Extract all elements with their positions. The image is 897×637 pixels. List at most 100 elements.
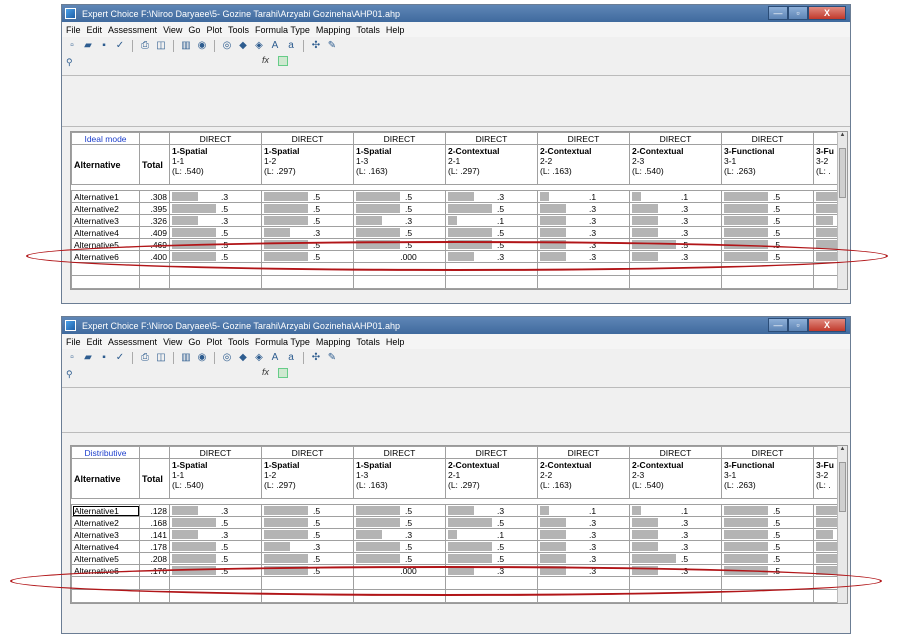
alternative-name-cell[interactable]: Alternative4 xyxy=(71,540,140,553)
rating-cell[interactable]: .3 xyxy=(261,226,354,239)
menu-item-formula-type[interactable]: Formula Type xyxy=(255,25,310,35)
rating-cell[interactable]: .5 xyxy=(721,504,814,517)
alternative-name-cell[interactable]: Alternative3 xyxy=(71,528,140,541)
criterion-header[interactable]: 2-Contextual 2-2 (L: .163) xyxy=(537,144,630,185)
table-row[interactable]: Alternative2.168 .5 .5 .5 .5 .3 .3 .5 xyxy=(71,516,847,529)
maximize-button[interactable]: ▫ xyxy=(788,6,808,20)
rating-cell[interactable]: .3 xyxy=(537,528,630,541)
rating-cell[interactable]: .5 xyxy=(721,552,814,565)
rating-cell[interactable]: .5 xyxy=(721,528,814,541)
menu-item-mapping[interactable]: Mapping xyxy=(316,337,351,347)
rating-cell[interactable]: .5 xyxy=(169,202,262,215)
goal-icon[interactable]: ⚲ xyxy=(66,57,73,68)
split-icon[interactable]: ✣ xyxy=(310,352,322,364)
menu-item-assessment[interactable]: Assessment xyxy=(108,25,157,35)
rating-cell[interactable]: .5 xyxy=(169,552,262,565)
scroll-up-icon[interactable]: ▲ xyxy=(838,446,847,452)
rating-cell[interactable]: .5 xyxy=(353,202,446,215)
formula-box[interactable] xyxy=(278,368,288,378)
menu-item-edit[interactable]: Edit xyxy=(87,25,103,35)
rating-cell[interactable]: .5 xyxy=(445,516,538,529)
sync-icon[interactable]: ◆ xyxy=(237,40,249,52)
flag-icon[interactable]: ◈ xyxy=(253,352,265,364)
criterion-header[interactable]: 1-Spatial 1-1 (L: .540) xyxy=(169,144,262,185)
flag-icon[interactable]: ◈ xyxy=(253,40,265,52)
rating-cell[interactable]: .3 xyxy=(629,540,722,553)
rating-cell[interactable]: .5 xyxy=(261,202,354,215)
fx-icon[interactable]: fx xyxy=(262,367,269,377)
new-icon[interactable]: ▫ xyxy=(66,352,78,364)
criterion-header[interactable]: 1-Spatial 1-3 (L: .163) xyxy=(353,458,446,499)
menu-item-file[interactable]: File xyxy=(66,337,81,347)
rating-cell[interactable]: .5 xyxy=(445,540,538,553)
rating-cell[interactable]: .3 xyxy=(169,190,262,203)
print-icon[interactable]: ⎙ xyxy=(139,40,151,52)
tool-icon[interactable]: ✎ xyxy=(326,40,338,52)
menu-item-go[interactable]: Go xyxy=(188,25,200,35)
rating-cell[interactable]: .5 xyxy=(169,226,262,239)
notes-pane[interactable] xyxy=(62,387,850,433)
menu-item-view[interactable]: View xyxy=(163,25,182,35)
preview-icon[interactable]: ◫ xyxy=(155,352,167,364)
criterion-header[interactable]: 1-Spatial 1-2 (L: .297) xyxy=(261,458,354,499)
menu-item-view[interactable]: View xyxy=(163,337,182,347)
vertical-scrollbar[interactable]: ▲ xyxy=(837,132,847,289)
rating-cell[interactable]: .5 xyxy=(353,552,446,565)
menu-item-totals[interactable]: Totals xyxy=(356,25,380,35)
check-icon[interactable]: ✓ xyxy=(114,352,126,364)
rating-cell[interactable]: .5 xyxy=(261,552,354,565)
font-down-icon[interactable]: a xyxy=(285,40,297,52)
rating-cell[interactable]: .5 xyxy=(353,226,446,239)
camera-icon[interactable]: ◉ xyxy=(196,352,208,364)
criterion-header[interactable]: 1-Spatial 1-1 (L: .540) xyxy=(169,458,262,499)
save-icon[interactable]: ▪ xyxy=(98,40,110,52)
rating-cell[interactable]: .3 xyxy=(169,214,262,227)
rating-cell[interactable]: .3 xyxy=(353,214,446,227)
rating-cell[interactable]: .5 xyxy=(721,202,814,215)
rating-cell[interactable]: .5 xyxy=(629,552,722,565)
menu-item-tools[interactable]: Tools xyxy=(228,25,249,35)
menu-item-file[interactable]: File xyxy=(66,25,81,35)
alternative-name-cell[interactable]: Alternative2 xyxy=(71,516,140,529)
split-icon[interactable]: ✣ xyxy=(310,40,322,52)
font-up-icon[interactable]: A xyxy=(269,352,281,364)
chart-icon[interactable]: ▥ xyxy=(180,352,192,364)
notes-pane[interactable] xyxy=(62,75,850,127)
criterion-header[interactable]: 2-Contextual 2-2 (L: .163) xyxy=(537,458,630,499)
rating-cell[interactable]: .5 xyxy=(445,552,538,565)
rating-cell[interactable]: .5 xyxy=(353,190,446,203)
rating-cell[interactable]: .5 xyxy=(445,226,538,239)
goal-icon[interactable]: ⚲ xyxy=(66,369,73,380)
save-icon[interactable]: ▪ xyxy=(98,352,110,364)
rating-cell[interactable]: .5 xyxy=(169,540,262,553)
table-row[interactable]: Alternative1.128 .3 .5 .5 .3 .1 .1 .5 xyxy=(71,504,847,517)
rating-cell[interactable]: .1 xyxy=(445,214,538,227)
preview-icon[interactable]: ◫ xyxy=(155,40,167,52)
rating-cell[interactable]: .3 xyxy=(629,202,722,215)
rating-cell[interactable]: .3 xyxy=(629,516,722,529)
scroll-thumb[interactable] xyxy=(839,148,846,198)
rating-cell[interactable]: .1 xyxy=(629,190,722,203)
rating-cell[interactable]: .5 xyxy=(721,214,814,227)
rating-cell[interactable]: .5 xyxy=(721,516,814,529)
new-icon[interactable]: ▫ xyxy=(66,40,78,52)
table-row[interactable]: Alternative2.395 .5 .5 .5 .5 .3 .3 .5 xyxy=(71,202,847,215)
table-row[interactable]: Alternative4.409 .5 .3 .5 .5 .3 .3 .5 xyxy=(71,226,847,239)
check-icon[interactable]: ✓ xyxy=(114,40,126,52)
camera-icon[interactable]: ◉ xyxy=(196,40,208,52)
rating-cell[interactable]: .5 xyxy=(353,540,446,553)
globe-icon[interactable]: ◎ xyxy=(221,40,233,52)
minimize-button[interactable]: — xyxy=(768,318,788,332)
menu-item-assessment[interactable]: Assessment xyxy=(108,337,157,347)
alternative-name-cell[interactable]: Alternative3 xyxy=(71,214,140,227)
criterion-header[interactable]: 2-Contextual 2-3 (L: .540) xyxy=(629,144,722,185)
print-icon[interactable]: ⎙ xyxy=(139,352,151,364)
font-up-icon[interactable]: A xyxy=(269,40,281,52)
rating-cell[interactable]: .3 xyxy=(169,528,262,541)
criterion-header[interactable]: 2-Contextual 2-1 (L: .297) xyxy=(445,144,538,185)
formula-box[interactable] xyxy=(278,56,288,66)
title-bar[interactable]: Expert Choice F:\Niroo Daryaee\5- Gozine… xyxy=(62,317,850,334)
rating-cell[interactable]: .3 xyxy=(261,540,354,553)
criterion-header[interactable]: 1-Spatial 1-2 (L: .297) xyxy=(261,144,354,185)
menu-item-totals[interactable]: Totals xyxy=(356,337,380,347)
